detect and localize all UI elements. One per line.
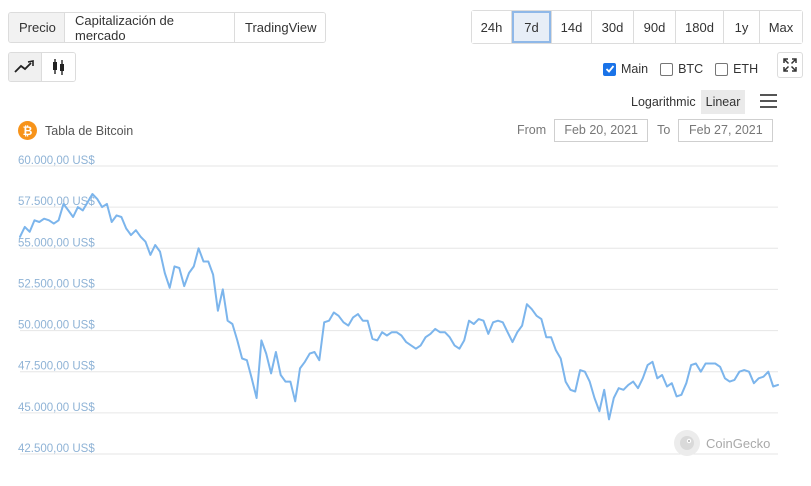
- watermark-text: CoinGecko: [706, 435, 771, 451]
- y-tick-label: 42.500,00 US$: [18, 443, 95, 455]
- coingecko-logo-icon: [674, 430, 700, 456]
- coingecko-watermark: CoinGecko: [674, 430, 770, 456]
- y-tick-label: 55.000,00 US$: [18, 237, 95, 249]
- price-chart: 60.000,00 US$ 57.500,00 US$ 55.000,00 US$ 5…: [18, 155, 779, 455]
- y-tick-label: 60.000,00 US$: [18, 155, 95, 167]
- y-tick-label: 50.000,00 US$: [18, 320, 95, 332]
- y-tick-label: 52.500,00 US$: [18, 278, 95, 290]
- price-series-line: [19, 193, 779, 421]
- y-tick-label: 57.500,00 US$: [18, 196, 95, 208]
- y-tick-label: 47.500,00 US$: [18, 361, 95, 373]
- y-tick-label: 45.000,00 US$: [18, 402, 95, 414]
